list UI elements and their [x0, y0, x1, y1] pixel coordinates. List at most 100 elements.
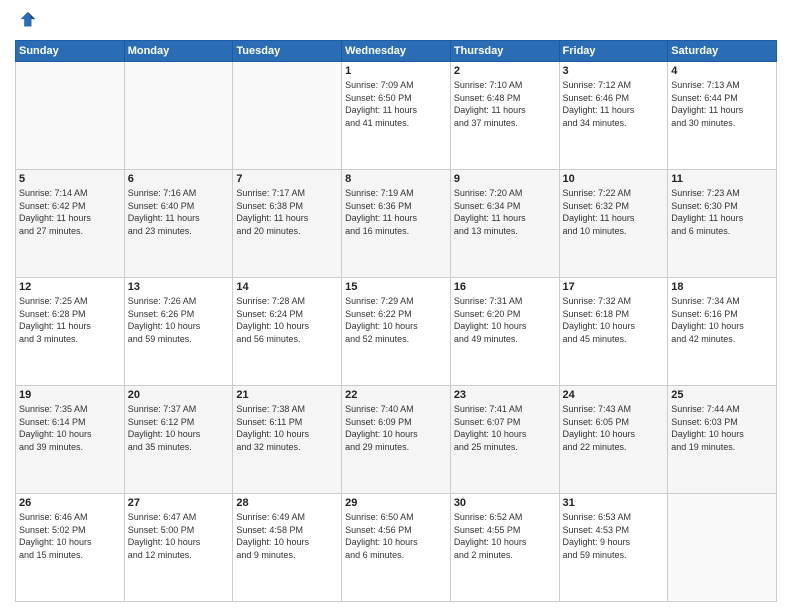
- calendar-cell: 26Sunrise: 6:46 AM Sunset: 5:02 PM Dayli…: [16, 494, 125, 602]
- calendar-cell: 21 Sunrise: 7:38 AM Sunset: 6:11 PM Dayli…: [233, 386, 342, 494]
- day-number: 2: [454, 65, 556, 77]
- page: SundayMondayTuesdayWednesdayThursdayFrid…: [0, 0, 792, 612]
- calendar-cell: 17Sunrise: 7:32 AM Sunset: 6:18 PM Dayli…: [559, 278, 668, 386]
- day-info: Sunrise: 7:12 AM Sunset: 6:46 PM Dayligh…: [563, 79, 665, 129]
- calendar-cell: 29Sunrise: 6:50 AM Sunset: 4:56 PM Dayli…: [342, 494, 451, 602]
- day-info: Sunrise: 6:52 AM Sunset: 4:55 PM Dayligh…: [454, 511, 556, 561]
- day-info: Sunrise: 6:47 AM Sunset: 5:00 PM Dayligh…: [128, 511, 230, 561]
- day-number: 24: [563, 389, 665, 401]
- day-number: 21: [236, 389, 338, 401]
- day-info: Sunrise: 7:43 AM Sunset: 6:05 PM Dayligh…: [563, 403, 665, 453]
- day-info: Sunrise: 7:22 AM Sunset: 6:32 PM Dayligh…: [563, 187, 665, 237]
- weekday-header-saturday: Saturday: [668, 41, 777, 62]
- weekday-header-tuesday: Tuesday: [233, 41, 342, 62]
- day-info: Sunrise: 7:41 AM Sunset: 6:07 PM Dayligh…: [454, 403, 556, 453]
- day-number: 5: [19, 173, 121, 185]
- calendar-cell: 27 Sunrise: 6:47 AM Sunset: 5:00 PM Dayli…: [124, 494, 233, 602]
- calendar-cell: 16 Sunrise: 7:31 AM Sunset: 6:20 PM Dayli…: [450, 278, 559, 386]
- weekday-header-thursday: Thursday: [450, 41, 559, 62]
- day-info: Sunrise: 7:23 AM Sunset: 6:30 PM Dayligh…: [671, 187, 773, 237]
- day-number: 16: [454, 281, 556, 293]
- day-info: Sunrise: 7:19 AM Sunset: 6:36 PM Dayligh…: [345, 187, 447, 237]
- week-row-1: 1 Sunrise: 7:09 AM Sunset: 6:50 PM Daylig…: [16, 62, 777, 170]
- calendar-cell: 28Sunrise: 6:49 AM Sunset: 4:58 PM Dayli…: [233, 494, 342, 602]
- day-number: 9: [454, 173, 556, 185]
- calendar-cell: [16, 62, 125, 170]
- calendar-cell: 6 Sunrise: 7:16 AM Sunset: 6:40 PM Daylig…: [124, 170, 233, 278]
- day-info: Sunrise: 7:35 AM Sunset: 6:14 PM Dayligh…: [19, 403, 121, 453]
- calendar-cell: 4 Sunrise: 7:13 AM Sunset: 6:44 PM Daylig…: [668, 62, 777, 170]
- day-number: 12: [19, 281, 121, 293]
- weekday-header-sunday: Sunday: [16, 41, 125, 62]
- day-number: 6: [128, 173, 230, 185]
- calendar-cell: 10 Sunrise: 7:22 AM Sunset: 6:32 PM Dayli…: [559, 170, 668, 278]
- calendar-cell: 20 Sunrise: 7:37 AM Sunset: 6:12 PM Dayli…: [124, 386, 233, 494]
- calendar-cell: 25Sunrise: 7:44 AM Sunset: 6:03 PM Dayli…: [668, 386, 777, 494]
- day-info: Sunrise: 7:38 AM Sunset: 6:11 PM Dayligh…: [236, 403, 338, 453]
- weekday-header-monday: Monday: [124, 41, 233, 62]
- day-number: 27: [128, 497, 230, 509]
- calendar-cell: 7 Sunrise: 7:17 AM Sunset: 6:38 PM Daylig…: [233, 170, 342, 278]
- day-number: 8: [345, 173, 447, 185]
- day-info: Sunrise: 7:40 AM Sunset: 6:09 PM Dayligh…: [345, 403, 447, 453]
- day-info: Sunrise: 7:28 AM Sunset: 6:24 PM Dayligh…: [236, 295, 338, 345]
- day-number: 20: [128, 389, 230, 401]
- day-info: Sunrise: 6:53 AM Sunset: 4:53 PM Dayligh…: [563, 511, 665, 561]
- day-number: 4: [671, 65, 773, 77]
- day-number: 15: [345, 281, 447, 293]
- day-number: 7: [236, 173, 338, 185]
- day-number: 17: [563, 281, 665, 293]
- week-row-2: 5 Sunrise: 7:14 AM Sunset: 6:42 PM Daylig…: [16, 170, 777, 278]
- day-number: 19: [19, 389, 121, 401]
- week-row-4: 19 Sunrise: 7:35 AM Sunset: 6:14 PM Dayli…: [16, 386, 777, 494]
- day-info: Sunrise: 7:13 AM Sunset: 6:44 PM Dayligh…: [671, 79, 773, 129]
- day-number: 23: [454, 389, 556, 401]
- day-info: Sunrise: 6:49 AM Sunset: 4:58 PM Dayligh…: [236, 511, 338, 561]
- day-number: 14: [236, 281, 338, 293]
- day-number: 18: [671, 281, 773, 293]
- day-info: Sunrise: 7:34 AM Sunset: 6:16 PM Dayligh…: [671, 295, 773, 345]
- calendar-cell: 23 Sunrise: 7:41 AM Sunset: 6:07 PM Dayli…: [450, 386, 559, 494]
- day-info: Sunrise: 7:16 AM Sunset: 6:40 PM Dayligh…: [128, 187, 230, 237]
- calendar-cell: 9 Sunrise: 7:20 AM Sunset: 6:34 PM Daylig…: [450, 170, 559, 278]
- calendar-cell: 5 Sunrise: 7:14 AM Sunset: 6:42 PM Daylig…: [16, 170, 125, 278]
- day-info: Sunrise: 7:31 AM Sunset: 6:20 PM Dayligh…: [454, 295, 556, 345]
- calendar-cell: 2 Sunrise: 7:10 AM Sunset: 6:48 PM Daylig…: [450, 62, 559, 170]
- day-number: 11: [671, 173, 773, 185]
- day-info: Sunrise: 7:09 AM Sunset: 6:50 PM Dayligh…: [345, 79, 447, 129]
- day-info: Sunrise: 7:29 AM Sunset: 6:22 PM Dayligh…: [345, 295, 447, 345]
- day-info: Sunrise: 7:25 AM Sunset: 6:28 PM Dayligh…: [19, 295, 121, 345]
- calendar-cell: 3 Sunrise: 7:12 AM Sunset: 6:46 PM Daylig…: [559, 62, 668, 170]
- day-info: Sunrise: 7:10 AM Sunset: 6:48 PM Dayligh…: [454, 79, 556, 129]
- day-number: 10: [563, 173, 665, 185]
- calendar-cell: 8 Sunrise: 7:19 AM Sunset: 6:36 PM Daylig…: [342, 170, 451, 278]
- calendar-cell: 30 Sunrise: 6:52 AM Sunset: 4:55 PM Dayli…: [450, 494, 559, 602]
- calendar-cell: 11 Sunrise: 7:23 AM Sunset: 6:30 PM Dayli…: [668, 170, 777, 278]
- calendar-cell: 18 Sunrise: 7:34 AM Sunset: 6:16 PM Dayli…: [668, 278, 777, 386]
- day-number: 30: [454, 497, 556, 509]
- week-row-5: 26Sunrise: 6:46 AM Sunset: 5:02 PM Dayli…: [16, 494, 777, 602]
- day-number: 31: [563, 497, 665, 509]
- calendar-cell: 12 Sunrise: 7:25 AM Sunset: 6:28 PM Dayli…: [16, 278, 125, 386]
- calendar-cell: 19 Sunrise: 7:35 AM Sunset: 6:14 PM Dayli…: [16, 386, 125, 494]
- calendar-cell: [233, 62, 342, 170]
- calendar-cell: 31 Sunrise: 6:53 AM Sunset: 4:53 PM Dayli…: [559, 494, 668, 602]
- day-info: Sunrise: 7:20 AM Sunset: 6:34 PM Dayligh…: [454, 187, 556, 237]
- day-number: 1: [345, 65, 447, 77]
- calendar-cell: 24 Sunrise: 7:43 AM Sunset: 6:05 PM Dayli…: [559, 386, 668, 494]
- calendar-cell: 22 Sunrise: 7:40 AM Sunset: 6:09 PM Dayli…: [342, 386, 451, 494]
- day-number: 3: [563, 65, 665, 77]
- weekday-header-wednesday: Wednesday: [342, 41, 451, 62]
- calendar-table: SundayMondayTuesdayWednesdayThursdayFrid…: [15, 40, 777, 602]
- calendar-cell: [124, 62, 233, 170]
- logo: [15, 10, 39, 32]
- day-info: Sunrise: 7:17 AM Sunset: 6:38 PM Dayligh…: [236, 187, 338, 237]
- calendar-cell: 15 Sunrise: 7:29 AM Sunset: 6:22 PM Dayli…: [342, 278, 451, 386]
- day-info: Sunrise: 7:14 AM Sunset: 6:42 PM Dayligh…: [19, 187, 121, 237]
- calendar-cell: [668, 494, 777, 602]
- day-number: 22: [345, 389, 447, 401]
- weekday-header-friday: Friday: [559, 41, 668, 62]
- week-row-3: 12 Sunrise: 7:25 AM Sunset: 6:28 PM Dayli…: [16, 278, 777, 386]
- day-info: Sunrise: 7:37 AM Sunset: 6:12 PM Dayligh…: [128, 403, 230, 453]
- day-number: 25: [671, 389, 773, 401]
